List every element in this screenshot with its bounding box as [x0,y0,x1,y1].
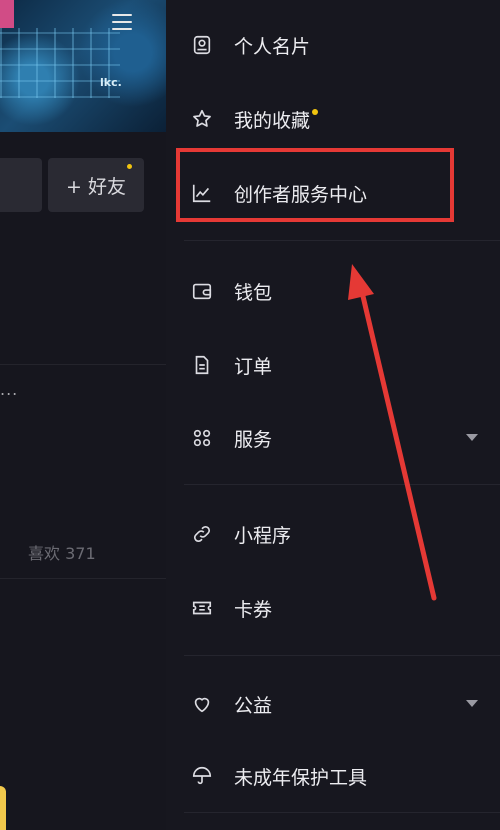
add-friend-button[interactable]: + 好友 [48,158,144,212]
menu-item-label: 服务 [234,428,273,451]
link-icon [190,522,214,546]
menu-item-mini-programs[interactable]: 小程序 [190,514,291,554]
umbrella-icon [190,764,214,788]
menu-item-orders[interactable]: 订单 [190,345,272,385]
cover-tag-text: lkc. [100,76,122,89]
id-card-icon [190,33,214,57]
menu-item-label: 钱包 [234,281,273,304]
star-icon [190,107,214,131]
likes-tab[interactable]: 喜欢 371 [28,540,96,564]
menu-item-charity[interactable]: 公益 [190,684,272,724]
heart-icon [190,692,214,716]
menu-item-coupons[interactable]: 卡券 [190,588,272,628]
add-friend-label: + 好友 [66,175,126,198]
wallet-icon [190,279,214,303]
menu-item-wallet[interactable]: 钱包 [190,271,272,311]
floating-tab[interactable] [0,786,6,830]
document-icon [190,353,214,377]
menu-item-minor-protection[interactable]: 未成年保护工具 [190,756,367,796]
menu-item-label: 我的收藏 [234,109,311,132]
menu-item-business-card[interactable]: 个人名片 [190,25,310,65]
side-drawer: 个人名片 我的收藏 创作者服务中心 钱包 订单 服务 小程序 卡券 公益 未成年… [166,0,500,830]
annotation-highlight-box [176,148,454,222]
divider [184,812,500,813]
more-text[interactable]: ... [0,380,18,399]
chevron-down-icon[interactable] [466,700,478,707]
menu-item-label: 公益 [234,694,273,717]
chevron-down-icon[interactable] [466,434,478,441]
cover-accent [0,0,14,28]
menu-item-services[interactable]: 服务 [190,418,272,458]
menu-item-favorites[interactable]: 我的收藏 [190,99,319,139]
coupon-icon [190,596,214,620]
menu-item-label: 卡券 [234,598,273,621]
menu-item-label: 个人名片 [234,35,311,58]
divider [184,240,500,241]
divider [184,484,500,485]
menu-item-label: 订单 [234,355,273,378]
notification-dot [312,109,319,115]
profile-page-background: lkc. + 好友 ... 喜欢 371 [0,0,166,830]
divider [0,578,166,579]
notification-dot [127,164,132,169]
menu-item-label: 未成年保护工具 [234,766,368,789]
divider [0,364,166,365]
menu-item-label: 小程序 [234,524,292,547]
grid-services-icon [190,426,214,450]
edit-profile-button[interactable] [0,158,42,212]
divider [184,655,500,656]
profile-cover-image: lkc. [0,0,166,132]
menu-icon[interactable] [112,14,132,30]
